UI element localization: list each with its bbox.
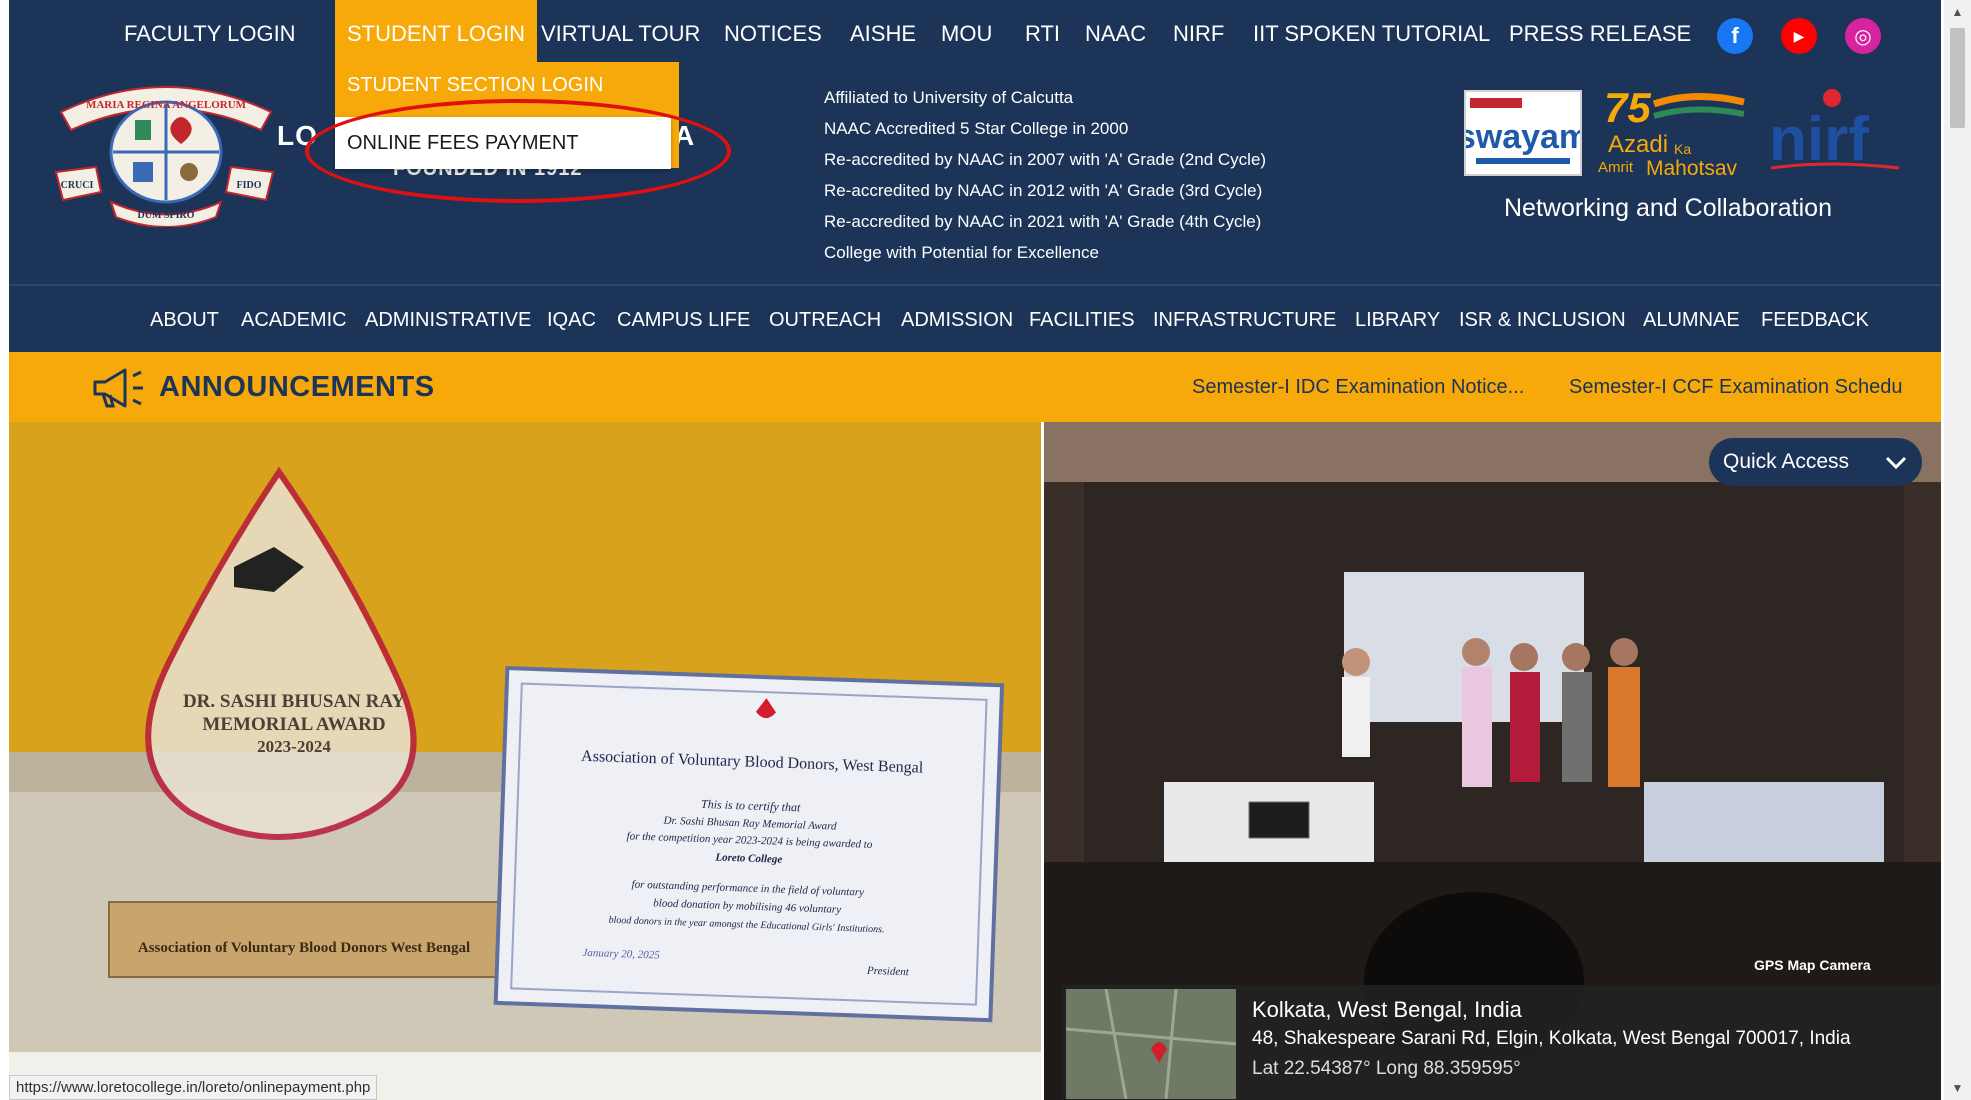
azadi-amrit-text: Amrit	[1598, 159, 1634, 176]
top-utility-bar: FACULTY LOGIN STUDENT LOGIN VIRTUAL TOUR…	[9, 0, 1941, 62]
gps-overlay: Kolkata, West Bengal, India 48, Shakespe…	[1062, 985, 1941, 1100]
accreditation-line: NAAC Accredited 5 Star College in 2000	[824, 119, 1129, 138]
award-text-line: DR. SASHI BHUSAN RAY	[183, 691, 405, 712]
nav-about[interactable]: ABOUT	[150, 286, 219, 354]
nav-isr-inclusion[interactable]: ISR & INCLUSION	[1459, 286, 1626, 354]
scroll-down-arrow-icon[interactable]: ▼	[1944, 1076, 1971, 1100]
azadi-mahotsav-text: Mahotsav	[1646, 157, 1738, 180]
award-text-line: 2023-2024	[257, 737, 331, 756]
gps-thumbnail-map	[1065, 988, 1237, 1100]
scroll-thumb[interactable]	[1950, 28, 1965, 128]
announcements-title: ANNOUNCEMENTS	[159, 371, 435, 403]
chevron-down-icon	[1884, 438, 1908, 503]
nav-student-login[interactable]: STUDENT LOGIN	[335, 0, 538, 62]
award-base-text: Association of Voluntary Blood Donors We…	[138, 940, 470, 956]
swayam-logo[interactable]: swayam	[1457, 90, 1589, 176]
svg-text:DUM SPIRO: DUM SPIRO	[138, 210, 195, 221]
nav-faculty-login[interactable]: FACULTY LOGIN	[124, 0, 296, 62]
scroll-up-arrow-icon[interactable]: ▲	[1944, 0, 1971, 24]
nav-campus-life[interactable]: CAMPUS LIFE	[617, 286, 750, 354]
svg-text:CRUCI: CRUCI	[61, 180, 94, 191]
nav-outreach[interactable]: OUTREACH	[769, 286, 881, 354]
nav-virtual-tour[interactable]: VIRTUAL TOUR	[541, 0, 700, 62]
nav-aishe[interactable]: AISHE	[850, 0, 916, 62]
dropdown-student-section-login[interactable]: STUDENT SECTION LOGIN	[347, 74, 603, 97]
slider-image-award: DR. SASHI BHUSAN RAY MEMORIAL AWARD 2023…	[9, 422, 1041, 1100]
college-name-start: LO	[277, 120, 318, 151]
accreditation-line: College with Potential for Excellence	[824, 243, 1099, 262]
nav-nirf[interactable]: NIRF	[1173, 0, 1224, 62]
azadi-ka-amrit-mahotsav-logo[interactable]: 75 Azadi Ka Amrit Mahotsav	[1594, 82, 1764, 182]
status-bar-url: https://www.loretocollege.in/loreto/onli…	[9, 1075, 378, 1100]
certificate-sign: President	[866, 965, 910, 979]
quick-access-button[interactable]: Quick Access	[1709, 438, 1922, 486]
accreditation-line: Re-accredited by NAAC in 2007 with 'A' G…	[824, 150, 1267, 169]
site-header: MARIA REGINA ANGELORUM CRUCI FIDO DUM SP…	[9, 62, 1941, 284]
college-crest-logo[interactable]: MARIA REGINA ANGELORUM CRUCI FIDO DUM SP…	[51, 72, 281, 228]
announcement-link[interactable]: Semester-I CCF Examination Schedu	[1569, 376, 1919, 399]
announcements-bar: ANNOUNCEMENTS Semester-I IDC Examination…	[9, 352, 1941, 422]
megaphone-icon	[91, 366, 147, 410]
nav-admission[interactable]: ADMISSION	[901, 286, 1013, 354]
page-scrollbar[interactable]: ▲ ▼	[1944, 0, 1971, 1100]
announcement-link[interactable]: Semester-I IDC Examination Notice...	[1192, 376, 1524, 399]
nav-naac[interactable]: NAAC	[1085, 0, 1146, 62]
gps-location-title: Kolkata, West Bengal, India	[1252, 997, 1522, 1022]
svg-text:FIDO: FIDO	[237, 180, 262, 191]
quick-access-label: Quick Access	[1723, 450, 1850, 473]
nav-alumnae[interactable]: ALUMNAE	[1643, 286, 1740, 354]
accreditation-line: Re-accredited by NAAC in 2012 with 'A' G…	[824, 181, 1263, 200]
nav-rti[interactable]: RTI	[1025, 0, 1060, 62]
nirf-logo[interactable]: nirf	[1769, 82, 1904, 182]
web-page: FACULTY LOGIN STUDENT LOGIN VIRTUAL TOUR…	[9, 0, 1941, 1100]
nav-academic[interactable]: ACADEMIC	[241, 286, 347, 354]
facebook-icon[interactable]: f	[1717, 18, 1753, 54]
nav-notices[interactable]: NOTICES	[724, 0, 822, 62]
nav-infrastructure[interactable]: INFRASTRUCTURE	[1153, 286, 1336, 354]
certificate-line: Loreto College	[714, 851, 782, 865]
nav-facilities[interactable]: FACILITIES	[1029, 286, 1135, 354]
accreditation-line: Re-accredited by NAAC in 2021 with 'A' G…	[824, 212, 1262, 231]
gps-address: 48, Shakespeare Sarani Rd, Elgin, Kolkat…	[1252, 1028, 1851, 1049]
nav-iqac[interactable]: IQAC	[547, 286, 596, 354]
partner-logos: swayam 75 Azadi Ka Amrit Mahotsav nirf	[1457, 82, 1924, 182]
networking-collaboration-label: Networking and Collaboration	[1504, 194, 1832, 222]
nav-iit-spoken-tutorial[interactable]: IIT SPOKEN TUTORIAL	[1253, 0, 1490, 62]
youtube-icon[interactable]: ▶	[1781, 18, 1817, 54]
nav-press-release[interactable]: PRESS RELEASE	[1509, 0, 1691, 62]
svg-text:MARIA REGINA ANGELORUM: MARIA REGINA ANGELORUM	[86, 99, 247, 111]
azadi-75-text: 75	[1604, 84, 1651, 131]
azadi-text: Azadi	[1608, 131, 1668, 158]
student-login-dropdown: STUDENT SECTION LOGIN ONLINE FEES PAYMEN…	[335, 62, 679, 169]
gps-map-camera-label: GPS Map Camera	[1754, 957, 1871, 973]
gps-coordinates: Lat 22.54387° Long 88.359595°	[1252, 1058, 1521, 1079]
azadi-ka-text: Ka	[1674, 141, 1691, 157]
award-text-line: MEMORIAL AWARD	[202, 714, 385, 735]
nav-administrative[interactable]: ADMINISTRATIVE	[365, 286, 531, 354]
nav-library[interactable]: LIBRARY	[1355, 286, 1440, 354]
nav-feedback[interactable]: FEEDBACK	[1761, 286, 1869, 354]
accreditation-list: Affiliated to University of Calcutta NAA…	[824, 82, 1266, 268]
swayam-text: swayam	[1466, 118, 1580, 156]
accreditation-line: Affiliated to University of Calcutta	[824, 88, 1074, 107]
dropdown-online-fees-payment[interactable]: ONLINE FEES PAYMENT	[335, 117, 671, 169]
main-nav: ABOUT ACADEMIC ADMINISTRATIVE IQAC CAMPU…	[9, 284, 1941, 352]
instagram-icon[interactable]: ◎	[1845, 18, 1881, 54]
nav-mou[interactable]: MOU	[941, 0, 992, 62]
